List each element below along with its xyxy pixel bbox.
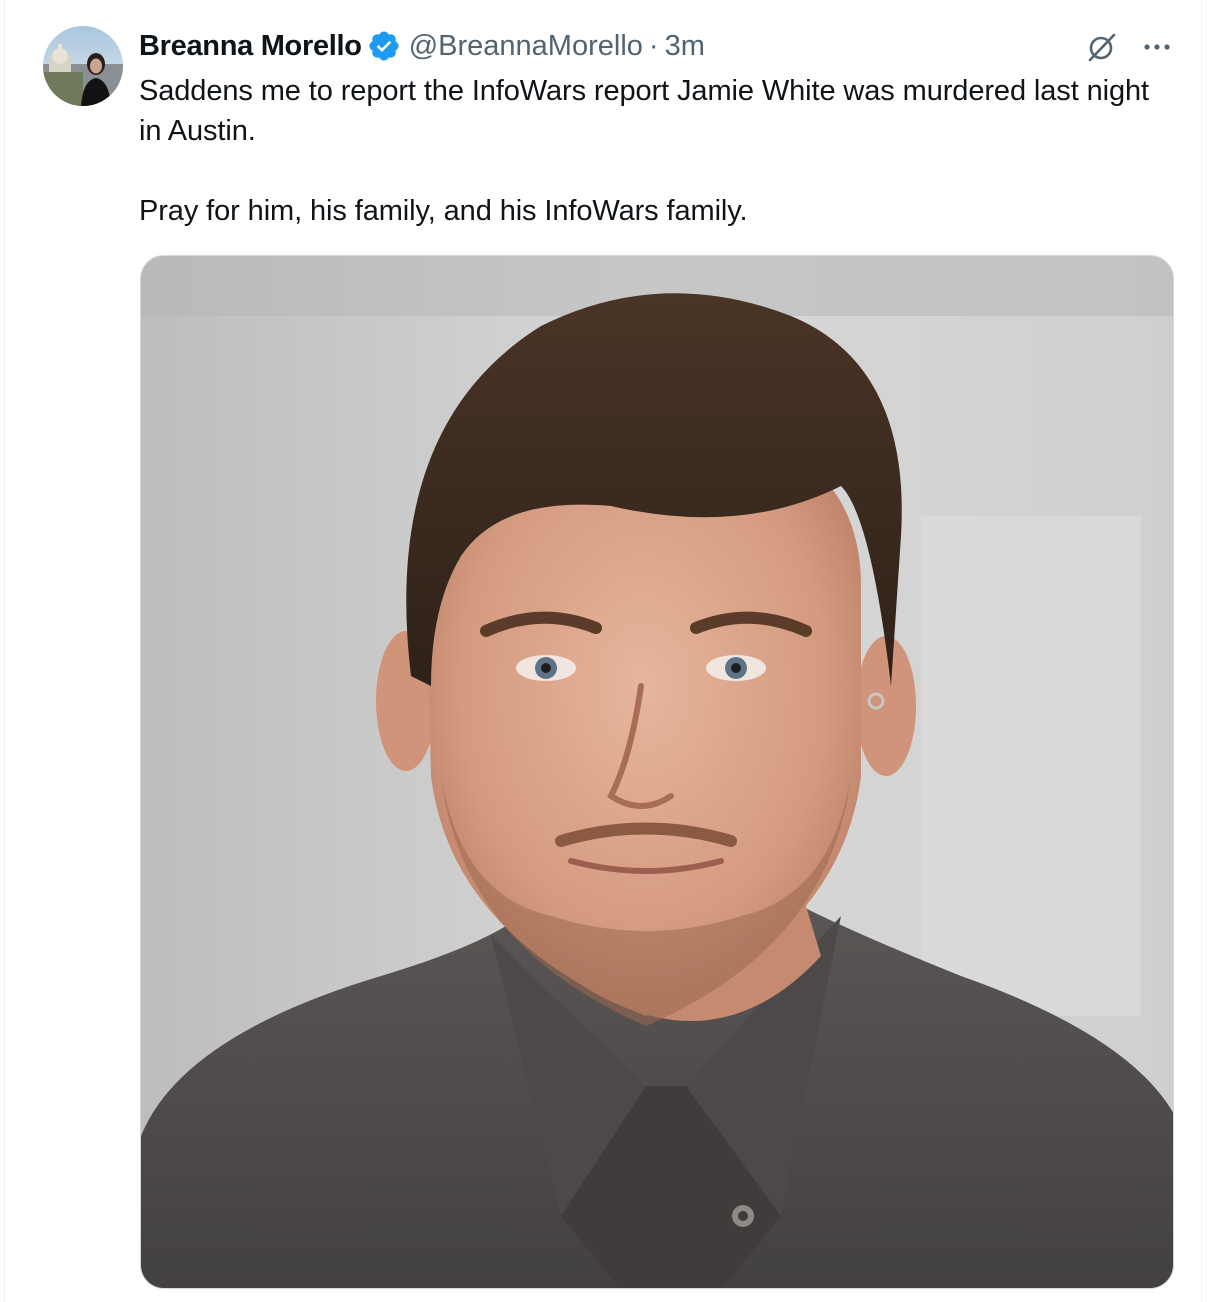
author-display-name[interactable]: Breanna Morello — [139, 30, 362, 63]
tweet-card[interactable]: Breanna Morello @BreannaMorello · 3m Sad… — [4, 0, 1202, 1302]
tweet-text-line-1: Saddens me to report the InfoWars report… — [139, 75, 1150, 147]
tweet-text-line-2: Pray for him, his family, and his InfoWa… — [139, 195, 748, 227]
portrait-photo-icon — [141, 256, 1173, 1288]
more-options-icon[interactable] — [1137, 30, 1177, 64]
tweet-text: Saddens me to report the InfoWars report… — [139, 71, 1179, 231]
tweet-header: Breanna Morello @BreannaMorello · 3m — [139, 26, 705, 66]
tweet-media-photo[interactable] — [140, 255, 1174, 1289]
header-separator: · — [648, 29, 659, 62]
tweet-timestamp[interactable]: 3m — [665, 30, 705, 63]
author-avatar[interactable] — [43, 26, 123, 106]
verified-badge-icon[interactable] — [367, 29, 401, 63]
grok-icon[interactable] — [1085, 30, 1119, 64]
author-handle[interactable]: @BreannaMorello — [409, 30, 643, 63]
avatar-photo-icon — [43, 26, 123, 106]
